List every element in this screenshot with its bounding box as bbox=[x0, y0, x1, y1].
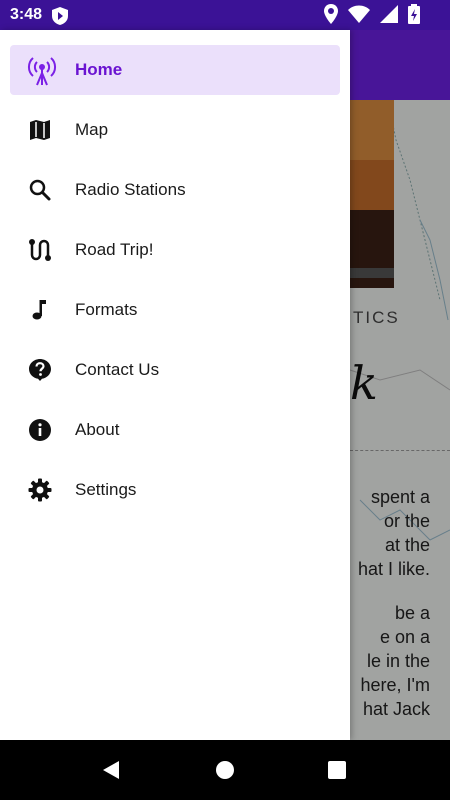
status-icons bbox=[324, 4, 420, 24]
nav-label-about: About bbox=[75, 420, 120, 439]
back-icon[interactable] bbox=[101, 760, 121, 780]
nav-label-map: Map bbox=[75, 120, 109, 139]
nav-label-formats: Formats bbox=[75, 300, 138, 319]
signal-icon bbox=[380, 5, 398, 23]
nav-label-contact-us: Contact Us bbox=[75, 360, 160, 379]
nav-label-radio-stations: Radio Stations bbox=[75, 180, 186, 199]
nav-item-formats[interactable]: Formats bbox=[10, 285, 340, 335]
wifi-icon bbox=[348, 5, 370, 23]
nav-label-settings: Settings bbox=[75, 480, 137, 499]
status-time: 3:48 bbox=[10, 6, 43, 23]
route-icon bbox=[29, 239, 51, 261]
nav-item-about[interactable]: About bbox=[10, 405, 340, 455]
nav-item-contact-us[interactable]: Contact Us bbox=[10, 345, 340, 395]
info-icon bbox=[29, 419, 51, 441]
location-icon bbox=[324, 4, 338, 24]
help-icon bbox=[29, 359, 51, 381]
recents-icon[interactable] bbox=[328, 760, 346, 780]
nav-item-road-trip[interactable]: Road Trip! bbox=[10, 225, 340, 275]
home-icon[interactable] bbox=[215, 760, 235, 780]
nav-item-settings[interactable]: Settings bbox=[10, 465, 340, 515]
map-icon bbox=[30, 120, 50, 140]
play-shield-icon bbox=[52, 7, 68, 25]
system-nav-bar bbox=[0, 740, 450, 800]
gear-icon bbox=[28, 478, 52, 502]
battery-icon bbox=[408, 4, 420, 24]
nav-label-home: Home bbox=[75, 60, 123, 79]
search-icon bbox=[29, 179, 51, 201]
music-note-icon bbox=[32, 300, 46, 320]
navigation-drawer: Home Map Radio Stations Road Trip! Forma… bbox=[0, 30, 350, 740]
status-bar: 3:48 bbox=[0, 0, 450, 30]
nav-item-home[interactable]: Home bbox=[10, 45, 340, 95]
nav-item-map[interactable]: Map bbox=[10, 105, 340, 155]
radio-antenna-icon bbox=[27, 57, 57, 86]
nav-item-radio-stations[interactable]: Radio Stations bbox=[10, 165, 340, 215]
nav-label-road-trip: Road Trip! bbox=[75, 240, 154, 259]
